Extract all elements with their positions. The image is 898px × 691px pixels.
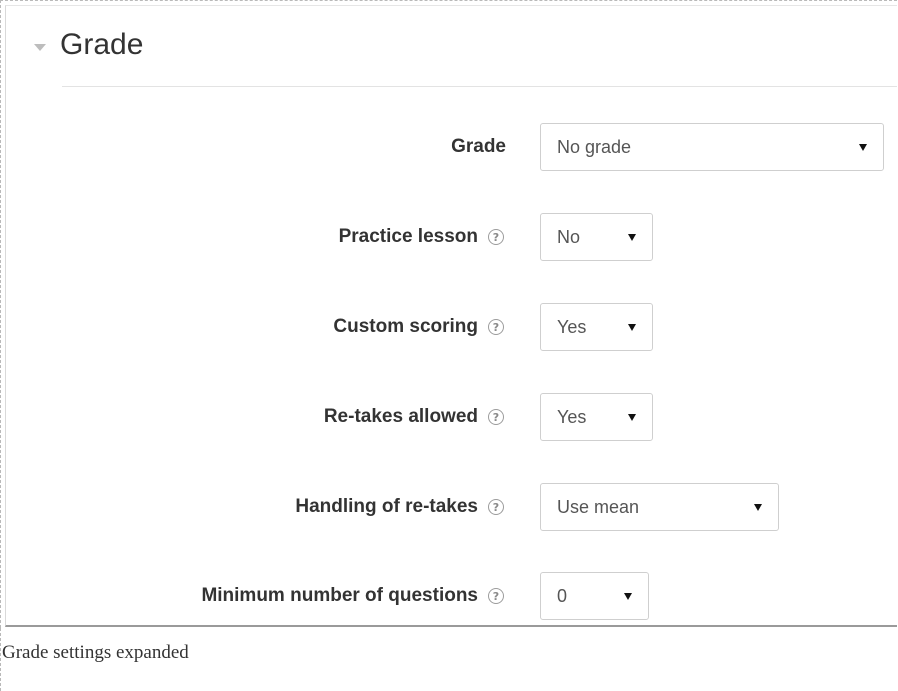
screenshot-frame: Grade Grade No grade Practice lesson ? N… xyxy=(0,0,897,628)
handling-of-retakes-select-value: Use mean xyxy=(557,496,640,517)
section-divider xyxy=(62,86,897,87)
custom-scoring-select-value: Yes xyxy=(557,316,587,337)
custom-scoring-select[interactable]: Yes xyxy=(540,303,653,351)
practice-lesson-label: Practice lesson ? xyxy=(339,213,504,261)
retakes-allowed-select-value: Yes xyxy=(557,406,587,427)
handling-of-retakes-select[interactable]: Use mean xyxy=(540,483,779,531)
help-icon[interactable]: ? xyxy=(488,409,504,425)
section-title: Grade xyxy=(60,28,144,61)
form-row-practice-lesson: Practice lesson ? No xyxy=(6,213,897,261)
minimum-questions-select[interactable]: 0 xyxy=(540,572,649,620)
dropdown-arrow-icon xyxy=(628,413,636,421)
grade-fieldset: Grade Grade No grade Practice lesson ? N… xyxy=(5,5,897,627)
practice-lesson-select[interactable]: No xyxy=(540,213,653,261)
form-row-custom-scoring: Custom scoring ? Yes xyxy=(6,303,897,351)
collapse-triangle-icon[interactable] xyxy=(34,43,46,51)
help-icon[interactable]: ? xyxy=(488,319,504,335)
grade-select[interactable]: No grade xyxy=(540,123,884,171)
retakes-allowed-label: Re-takes allowed ? xyxy=(324,393,504,441)
help-icon[interactable]: ? xyxy=(488,588,504,604)
minimum-questions-select-value: 0 xyxy=(557,585,568,606)
form-row-minimum-questions: Minimum number of questions ? 0 xyxy=(6,572,897,620)
practice-lesson-select-value: No xyxy=(557,226,581,247)
help-icon[interactable]: ? xyxy=(488,499,504,515)
section-header[interactable]: Grade xyxy=(34,28,143,62)
handling-of-retakes-label: Handling of re-takes ? xyxy=(295,483,504,531)
dropdown-arrow-icon xyxy=(628,233,636,241)
grade-select-value: No grade xyxy=(557,136,632,157)
retakes-allowed-select[interactable]: Yes xyxy=(540,393,653,441)
custom-scoring-label: Custom scoring ? xyxy=(333,303,504,351)
dropdown-arrow-icon xyxy=(859,143,867,151)
help-icon[interactable]: ? xyxy=(488,229,504,245)
form-row-retakes-allowed: Re-takes allowed ? Yes xyxy=(6,393,897,441)
grade-label: Grade xyxy=(451,136,506,157)
form-row-handling-of-retakes: Handling of re-takes ? Use mean xyxy=(6,483,897,531)
dropdown-arrow-icon xyxy=(754,503,762,511)
dropdown-arrow-icon xyxy=(624,592,632,600)
minimum-questions-label: Minimum number of questions ? xyxy=(201,572,504,620)
form-row-grade: Grade No grade xyxy=(6,123,897,171)
image-caption: Grade settings expanded xyxy=(2,642,189,663)
dropdown-arrow-icon xyxy=(628,323,636,331)
